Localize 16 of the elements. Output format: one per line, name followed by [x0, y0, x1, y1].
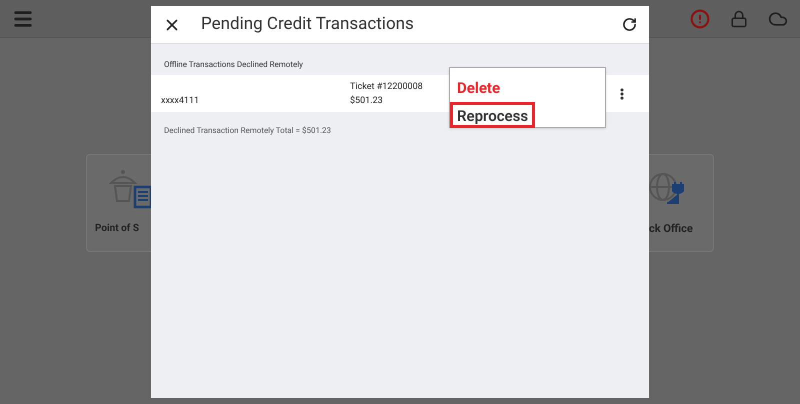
- tile-label: ck Office: [649, 221, 693, 237]
- dialog-title: Pending Credit Transactions: [201, 12, 414, 36]
- menu-item[interactable]: Delete: [450, 74, 508, 100]
- amount: $501.23: [350, 94, 384, 108]
- card-number: xxxx4111: [161, 94, 200, 108]
- refresh-icon: [622, 17, 637, 32]
- total-text: Declined Transaction Remotely Total = $501.23: [164, 125, 332, 137]
- app-tile[interactable]: ck Office: [649, 154, 714, 252]
- alert-icon[interactable]: [690, 8, 710, 28]
- app-tile[interactable]: Point of S: [86, 154, 151, 252]
- menu-item[interactable]: Reprocess: [450, 102, 536, 128]
- waiter-receipt-icon: [109, 169, 153, 209]
- tile-label: Point of S: [95, 222, 140, 236]
- ticket-number: Ticket #12200008: [350, 81, 423, 94]
- lock-icon[interactable]: [730, 10, 748, 28]
- section-label: Offline Transactions Declined Remotely: [164, 59, 304, 71]
